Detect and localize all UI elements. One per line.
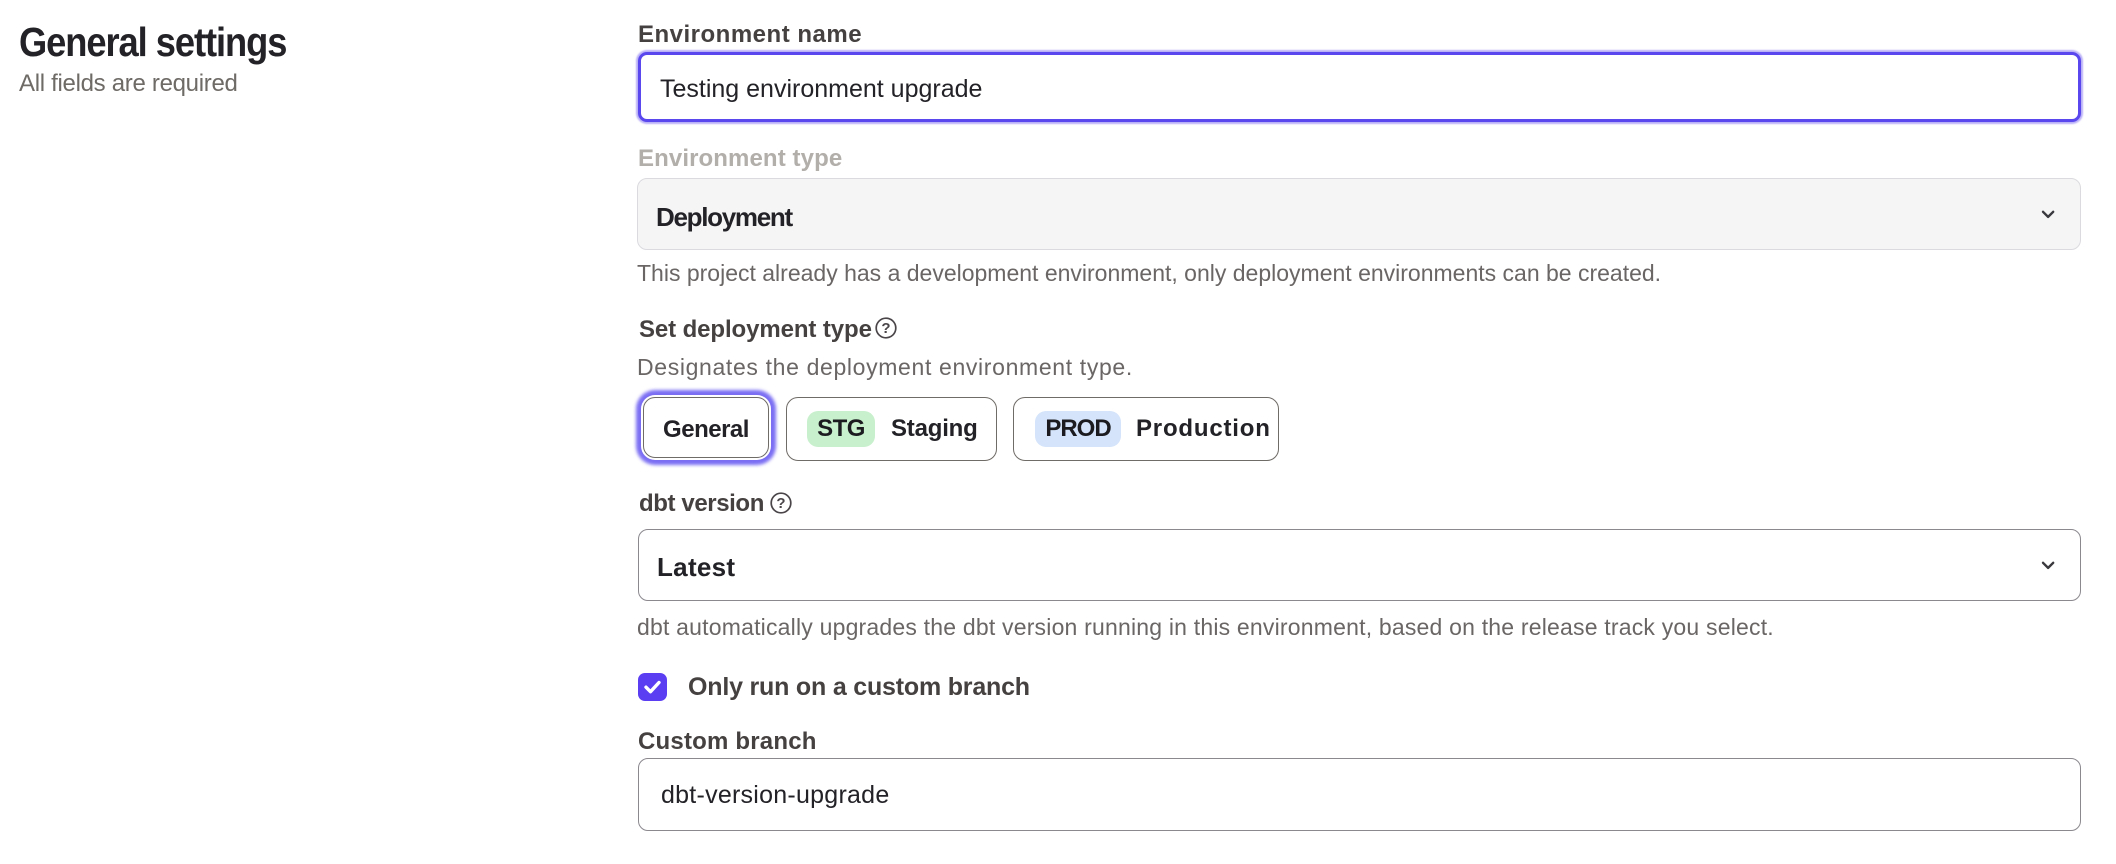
svg-text:?: ? [881, 320, 890, 337]
svg-text:?: ? [776, 495, 785, 512]
